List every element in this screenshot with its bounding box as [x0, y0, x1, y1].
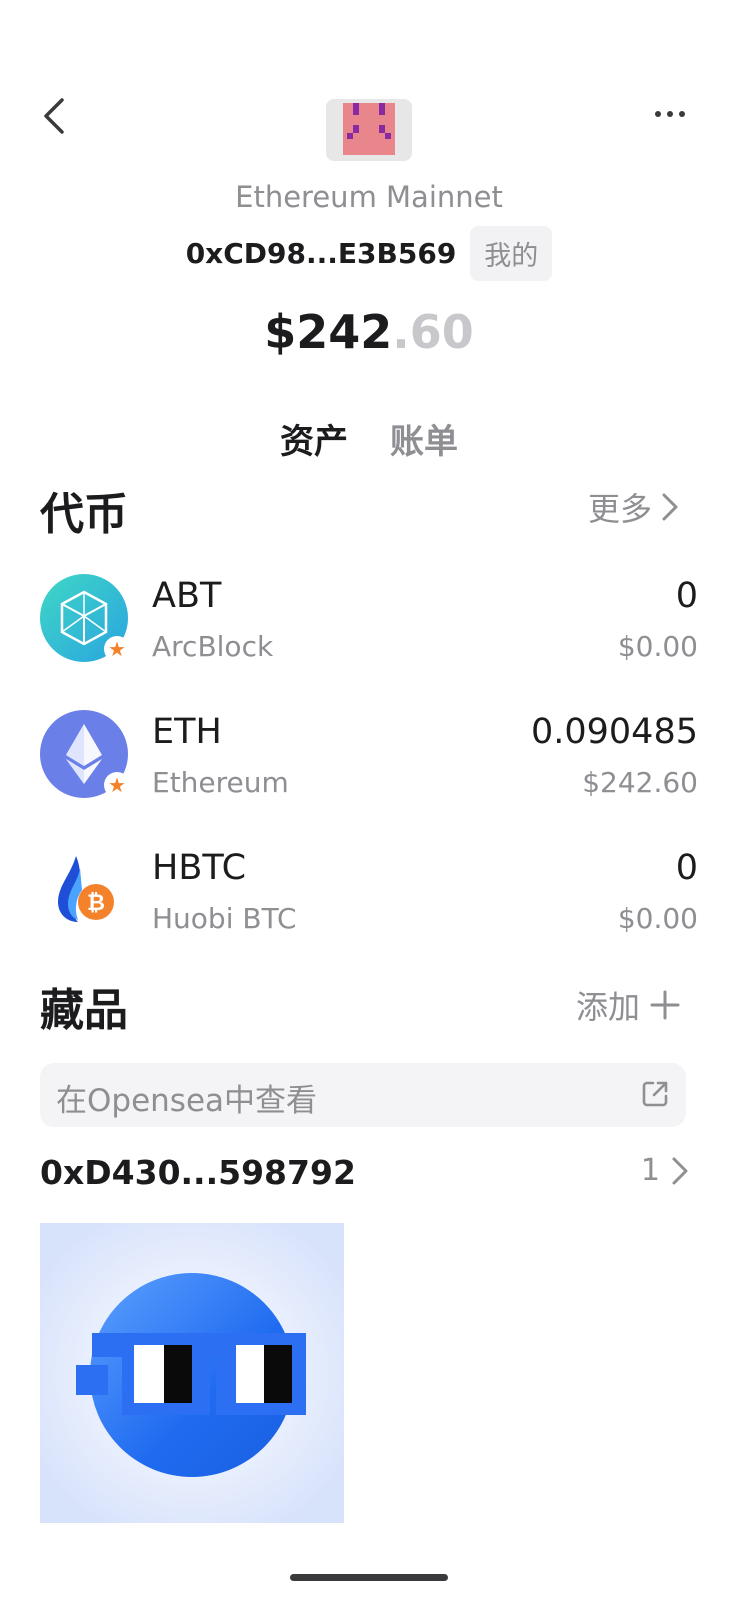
back-button[interactable] — [36, 94, 76, 138]
token-amount: 0 — [675, 848, 698, 888]
tab-bar: 资产 账单 — [0, 414, 738, 463]
tab-assets[interactable]: 资产 — [280, 414, 348, 463]
chevron-right-icon — [662, 493, 678, 521]
token-name: Huobi BTC — [152, 902, 297, 935]
network-name: Ethereum Mainnet — [235, 180, 503, 214]
balance-whole: $242 — [264, 305, 393, 359]
address-row: 0xCD98...E3B569 我的 — [0, 226, 738, 281]
chevron-right-icon — [672, 1157, 688, 1184]
view-on-opensea-button[interactable]: 在Opensea中查看 — [40, 1063, 686, 1127]
account-avatar[interactable] — [326, 99, 412, 161]
token-symbol: ABT — [152, 576, 222, 616]
nft-glasses-character-image — [40, 1223, 344, 1523]
token-name: ArcBlock — [152, 630, 274, 663]
token-fiat-value: $0.00 — [617, 630, 698, 663]
plus-icon — [650, 990, 680, 1020]
add-collectible-button[interactable]: 添加 — [576, 982, 682, 1028]
opensea-label: 在Opensea中查看 — [56, 1083, 318, 1119]
tab-transactions[interactable]: 账单 — [390, 414, 458, 463]
svg-text:₿: ₿ — [87, 891, 105, 916]
tokens-more-label: 更多 — [587, 490, 652, 528]
hbtc-icon: ₿ — [40, 846, 128, 934]
nft-thumbnail[interactable] — [40, 1223, 344, 1523]
collection-address[interactable]: 0xD430...598792 — [40, 1153, 356, 1192]
pixel-avatar-icon — [343, 103, 395, 155]
token-row-hbtc[interactable]: ₿ HBTC Huobi BTC 0 $0.00 — [40, 846, 698, 936]
tokens-section-title: 代币 — [40, 489, 128, 540]
collection-count-button[interactable]: 1 — [641, 1153, 690, 1188]
more-options-button[interactable] — [652, 104, 692, 124]
token-amount: 0.090485 — [530, 712, 698, 752]
token-symbol: ETH — [152, 712, 222, 752]
add-collectible-label: 添加 — [575, 988, 640, 1026]
wallet-address[interactable]: 0xCD98...E3B569 — [186, 237, 457, 270]
home-indicator[interactable] — [290, 1574, 448, 1581]
arcblock-icon: ★ — [40, 574, 130, 662]
star-icon: ★ — [104, 772, 130, 798]
token-amount: 0 — [675, 576, 698, 616]
external-link-icon — [642, 1081, 668, 1107]
collectibles-section-title: 藏品 — [40, 985, 128, 1036]
ethereum-icon: ★ — [40, 710, 130, 798]
token-name: Ethereum — [152, 766, 289, 799]
star-icon: ★ — [104, 636, 130, 662]
token-fiat-value: $0.00 — [617, 902, 698, 935]
tokens-more-button[interactable]: 更多 — [588, 484, 680, 530]
balance-decimal: .60 — [392, 305, 474, 359]
token-row-abt[interactable]: ★ ABT ArcBlock 0 $0.00 — [40, 574, 698, 664]
token-fiat-value: $242.60 — [582, 766, 698, 799]
chevron-left-icon — [44, 98, 64, 134]
token-symbol: HBTC — [152, 848, 247, 888]
mine-badge: 我的 — [470, 226, 553, 281]
token-row-eth[interactable]: ★ ETH Ethereum 0.090485 $242.60 — [40, 710, 698, 800]
total-balance: $242.60 — [0, 305, 738, 359]
collection-count: 1 — [640, 1153, 660, 1188]
more-horizontal-icon — [655, 111, 685, 117]
